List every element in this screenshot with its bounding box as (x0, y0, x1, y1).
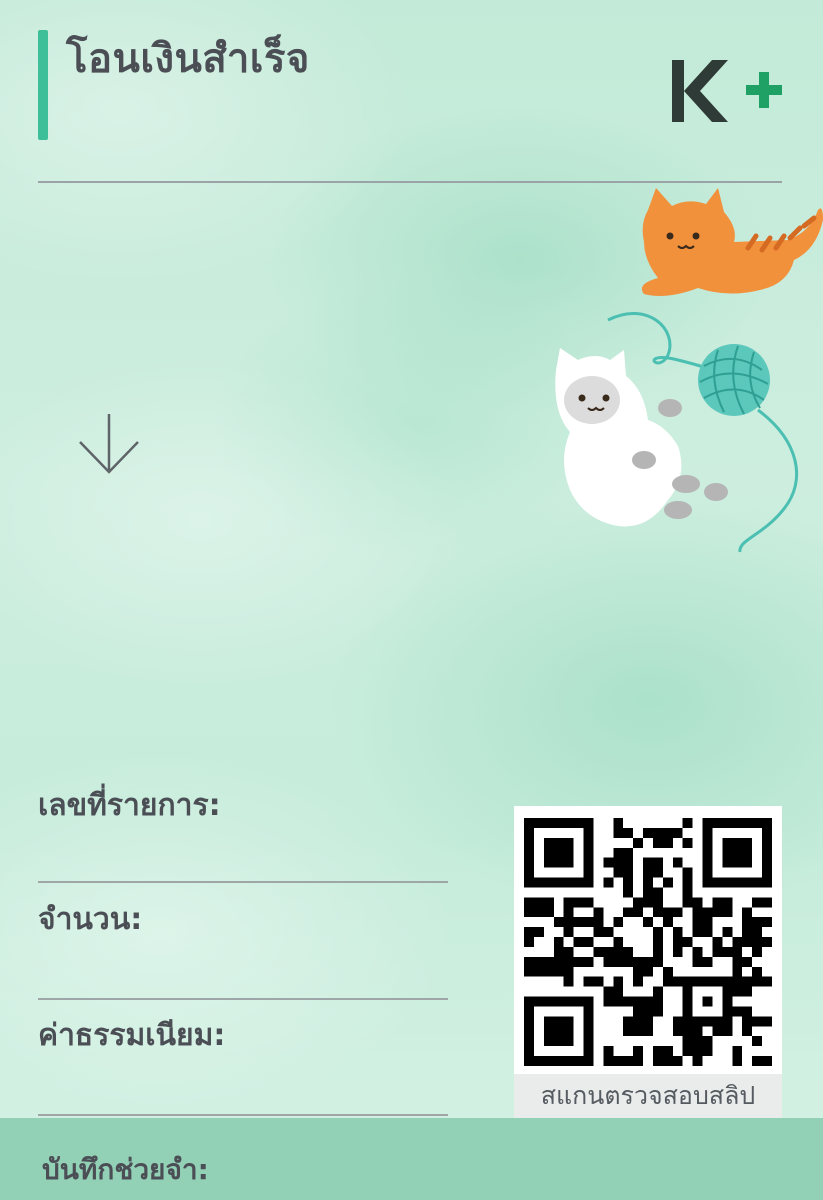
page-title: โอนเงินสำเร็จ (66, 36, 310, 82)
qr-caption: สแกนตรวจสอบสลิป (514, 1074, 782, 1118)
memo-label: บันทึกช่วยจำ: (42, 1153, 209, 1186)
title-accent-bar (38, 30, 48, 140)
transaction-no-divider (38, 881, 448, 883)
cats-yarn-illustration-icon (555, 188, 823, 553)
qr-code-icon[interactable] (524, 816, 772, 1068)
amount-divider (38, 998, 448, 1000)
qr-verify-card[interactable]: สแกนตรวจสอบสลิป (514, 806, 782, 1118)
transaction-no-label: เลขที่รายการ: (38, 788, 221, 823)
fee-label: ค่าธรรมเนียม: (38, 1018, 226, 1053)
arrow-down-icon (79, 414, 139, 474)
fee-divider (38, 1114, 448, 1116)
amount-label: จำนวน: (38, 902, 143, 937)
kplus-logo-icon (672, 60, 782, 122)
